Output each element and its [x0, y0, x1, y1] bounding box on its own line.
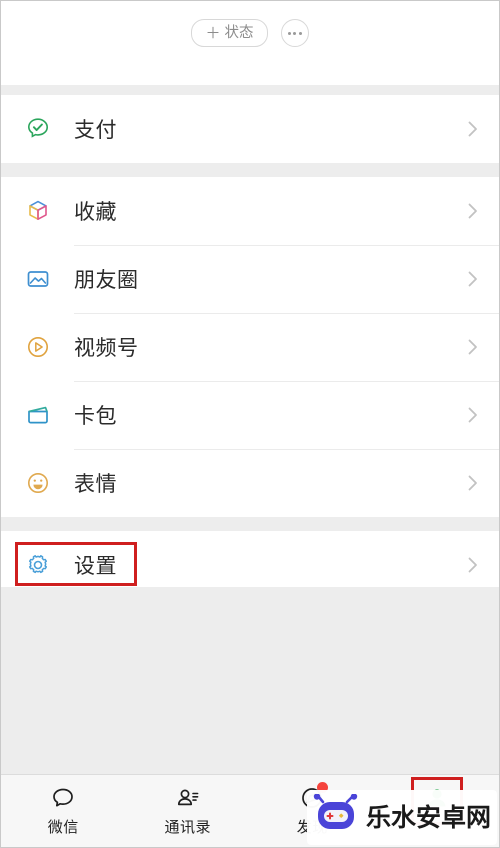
menu-item-favorites[interactable]: 收藏: [1, 177, 499, 245]
gap-above-settings: [1, 517, 499, 531]
watermark-text: 乐水安卓网: [365, 802, 491, 832]
status-row: ＋ 状态: [1, 19, 499, 47]
tab-label: 微信: [47, 818, 79, 836]
menu-item-cards[interactable]: 卡包: [1, 381, 499, 449]
chevron-right-icon: [468, 121, 477, 137]
gap-below-pay: [1, 163, 499, 177]
moments-photo-icon: [23, 264, 53, 294]
cards-wallet-icon: [23, 400, 53, 430]
menu-item-label: 表情: [74, 472, 117, 496]
menu-item-channels[interactable]: 视频号: [1, 313, 499, 381]
services-group: 收藏 朋友圈 视频号 卡包 表情: [1, 177, 499, 517]
chevron-right-icon: [468, 475, 477, 491]
menu-item-label: 设置: [74, 554, 117, 578]
gap-above-pay: [1, 85, 499, 95]
wechat-pay-icon: [23, 114, 53, 144]
chevron-right-icon: [468, 203, 477, 219]
chevron-right-icon: [468, 557, 477, 573]
menu-item-label: 卡包: [74, 404, 117, 428]
profile-top-strip: ＋ 状态: [1, 1, 499, 85]
menu-item-label: 朋友圈: [74, 268, 139, 292]
channels-play-icon: [23, 332, 53, 362]
dot-3: [298, 31, 302, 35]
menu-item-label: 支付: [74, 118, 117, 142]
chevron-right-icon: [468, 407, 477, 423]
menu-item-moments[interactable]: 朋友圈: [1, 245, 499, 313]
menu-item-pay[interactable]: 支付: [1, 95, 499, 163]
tab-contacts[interactable]: 通讯录: [126, 775, 251, 837]
chevron-right-icon: [468, 271, 477, 287]
robot-mascot-icon: [313, 793, 359, 840]
dot-1: [287, 31, 291, 35]
status-button[interactable]: ＋ 状态: [191, 19, 268, 47]
settings-gear-icon: [23, 550, 53, 580]
empty-content-area: [1, 587, 499, 774]
stickers-smiley-icon: [23, 468, 53, 498]
menu-item-label: 视频号: [74, 336, 139, 360]
tab-label: 通讯录: [164, 818, 211, 836]
pay-group: 支付: [1, 95, 499, 163]
wechat-me-screen: ＋ 状态 支付 收藏 朋友圈 视频号 卡包 表情 设置 微信 通讯录 乐水安卓网: [0, 0, 500, 848]
plus-icon: ＋: [205, 23, 221, 42]
status-button-label: 状态: [224, 24, 254, 41]
menu-item-label: 收藏: [74, 200, 117, 224]
contacts-person-icon: [173, 783, 203, 813]
more-dots-icon[interactable]: [280, 19, 309, 47]
favorites-cube-icon: [23, 196, 53, 226]
menu-item-stickers[interactable]: 表情: [1, 449, 499, 517]
chevron-right-icon: [468, 339, 477, 355]
dot-2: [293, 31, 296, 35]
tab-wechat[interactable]: 微信: [1, 775, 126, 837]
site-watermark: 乐水安卓网: [306, 790, 497, 845]
chat-bubble-icon: [48, 783, 78, 813]
